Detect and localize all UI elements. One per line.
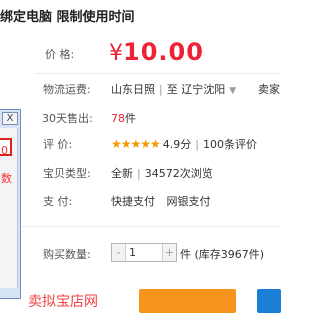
shipping-from: 山东日照 xyxy=(111,83,155,96)
shipping-destination-select[interactable]: 辽宁沈阳 ▼ xyxy=(181,83,236,96)
product-title: 绑定电脑 限制使用时间 xyxy=(0,10,135,25)
bottom-text: 卖拟宝店网 xyxy=(28,294,98,310)
divider xyxy=(0,226,281,227)
quantity-input[interactable] xyxy=(126,244,162,261)
stock-info: 件 (库存3967件) xyxy=(180,248,265,261)
separator: | xyxy=(159,83,163,96)
quantity-label: 购买数量: xyxy=(43,248,91,261)
payment-method-quick[interactable]: 快捷支付 xyxy=(111,195,155,208)
payment-method-bank[interactable]: 网银支付 xyxy=(167,195,211,208)
quantity-decrease-button[interactable]: - xyxy=(112,244,126,261)
sales-label: 30天售出: xyxy=(42,112,93,125)
sales-info: 78件 xyxy=(111,110,136,126)
shipping-label: 物流运费: xyxy=(43,83,91,96)
rating-stars-icon: ★★★★★ xyxy=(111,137,161,151)
price: ¥10.00 xyxy=(109,38,204,66)
item-condition: 全新 xyxy=(111,167,133,180)
add-to-cart-button[interactable] xyxy=(257,289,281,313)
reviews-link[interactable]: 100条评价 xyxy=(203,138,257,151)
price-symbol: ¥ xyxy=(109,41,123,66)
view-count: 34572次浏览 xyxy=(144,167,213,180)
buy-now-button[interactable] xyxy=(139,289,236,313)
divider xyxy=(34,73,281,74)
rating-label: 评 价: xyxy=(43,138,73,151)
shipping-fee: 卖家 xyxy=(258,83,280,96)
item-type-info: 全新 | 34572次浏览 xyxy=(111,165,213,181)
payment-label: 支 付: xyxy=(43,195,73,208)
item-type-label: 宝贝类型: xyxy=(43,167,91,180)
quantity-increase-button[interactable]: + xyxy=(162,244,176,261)
separator: | xyxy=(195,138,200,151)
chevron-down-icon: ▼ xyxy=(229,86,237,96)
sales-unit: 件 xyxy=(125,112,136,125)
rating-info: ★★★★★ 4.9分 | 100条评价 xyxy=(111,136,257,152)
rating-score: 4.9分 xyxy=(162,138,192,151)
price-amount: 10.00 xyxy=(123,38,204,66)
quantity-stepper: - + xyxy=(111,243,177,262)
price-label: 价 格: xyxy=(45,48,75,61)
shipping-to-prefix: 至 xyxy=(166,83,178,96)
close-icon[interactable]: X xyxy=(2,112,18,125)
sales-count: 78 xyxy=(111,112,125,125)
shipping-destination: 辽宁沈阳 xyxy=(181,83,226,96)
overlay-text-fragment: 数 xyxy=(1,172,12,185)
separator: | xyxy=(137,167,141,180)
payment-methods: 快捷支付 网银支付 xyxy=(111,193,211,209)
shipping-info: 山东日照 | 至 辽宁沈阳 ▼ xyxy=(111,81,236,97)
overlay-text-fragment: 0 xyxy=(1,144,8,157)
